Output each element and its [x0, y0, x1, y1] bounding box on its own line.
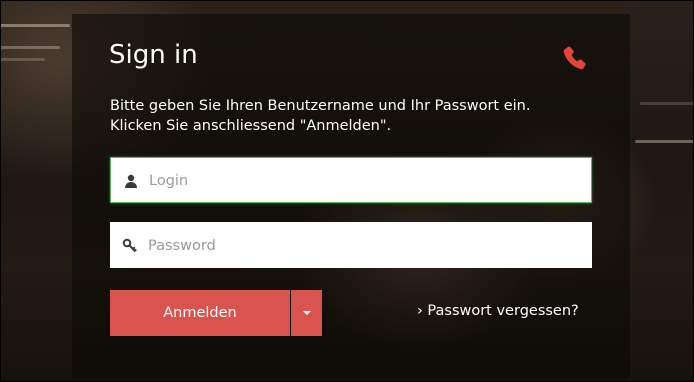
login-input[interactable] — [147, 158, 581, 204]
page-title: Sign in — [109, 40, 198, 70]
user-icon — [125, 174, 137, 188]
password-field[interactable] — [110, 222, 592, 270]
forgot-password-link[interactable]: › Passwort vergessen? — [417, 303, 579, 319]
login-options-dropdown-button[interactable] — [291, 290, 322, 336]
phone-icon[interactable] — [560, 44, 590, 74]
caret-down-icon — [302, 311, 311, 315]
instructions-line-2: Klicken Sie anschliessend "Anmelden". — [110, 118, 392, 134]
login-field[interactable] — [110, 157, 592, 204]
password-input[interactable] — [146, 222, 580, 270]
anmelden-button[interactable]: Anmelden — [110, 290, 290, 336]
instructions-text: Bitte geben Sie Ihren Benutzername und I… — [110, 96, 610, 136]
instructions-line-1: Bitte geben Sie Ihren Benutzername und I… — [110, 98, 531, 114]
key-icon — [122, 238, 137, 253]
